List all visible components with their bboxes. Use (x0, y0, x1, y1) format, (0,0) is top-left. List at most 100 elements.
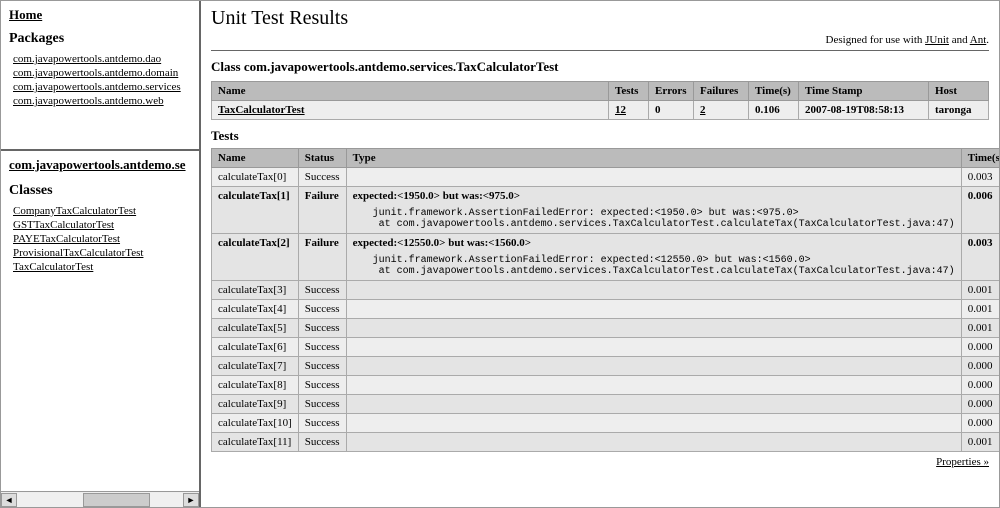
tcol-time: Time(s) (961, 149, 999, 168)
scroll-track[interactable] (17, 493, 183, 507)
test-row: calculateTax[6]Success0.000 (212, 338, 1000, 357)
test-name: calculateTax[1] (212, 187, 299, 234)
class-heading: Class com.javapowertools.antdemo.service… (211, 59, 989, 75)
summary-failures-link[interactable]: 2 (700, 104, 706, 116)
page-title: Unit Test Results (211, 7, 989, 30)
test-status: Failure (298, 234, 346, 281)
test-type (346, 168, 961, 187)
tests-table: Name Status Type Time(s) calculateTax[0]… (211, 148, 999, 452)
col-name: Name (212, 82, 609, 101)
tcol-name: Name (212, 149, 299, 168)
test-status: Failure (298, 187, 346, 234)
scroll-left-arrow[interactable]: ◄ (1, 493, 17, 507)
test-type: expected:<1950.0> but was:<975.0>junit.f… (346, 187, 961, 234)
test-status: Success (298, 357, 346, 376)
scroll-right-arrow[interactable]: ► (183, 493, 199, 507)
summary-host: taronga (929, 101, 989, 120)
tests-heading: Tests (211, 128, 989, 144)
test-name: calculateTax[10] (212, 414, 299, 433)
col-failures: Failures (694, 82, 749, 101)
horizontal-scrollbar[interactable]: ◄ ► (1, 491, 199, 507)
col-errors: Errors (649, 82, 694, 101)
class-link[interactable]: PAYETaxCalculatorTest (13, 233, 191, 245)
test-status: Success (298, 395, 346, 414)
test-time: 0.000 (961, 338, 999, 357)
class-link[interactable]: TaxCalculatorTest (13, 261, 191, 273)
properties-link-wrap: Properties » (211, 456, 989, 468)
test-type (346, 319, 961, 338)
test-status: Success (298, 433, 346, 452)
ant-link[interactable]: Ant (970, 34, 987, 46)
summary-row: TaxCalculatorTest 12 0 2 0.106 2007-08-1… (212, 101, 989, 120)
class-link[interactable]: CompanyTaxCalculatorTest (13, 205, 191, 217)
test-name: calculateTax[9] (212, 395, 299, 414)
scroll-thumb[interactable] (83, 493, 149, 507)
test-time: 0.000 (961, 357, 999, 376)
test-row: calculateTax[9]Success0.000 (212, 395, 1000, 414)
test-name: calculateTax[3] (212, 281, 299, 300)
test-name: calculateTax[7] (212, 357, 299, 376)
test-type (346, 300, 961, 319)
designed-prefix: Designed for use with (826, 34, 926, 46)
test-time: 0.001 (961, 281, 999, 300)
home-link[interactable]: Home (9, 7, 42, 22)
package-link[interactable]: com.javapowertools.antdemo.services (13, 81, 191, 93)
current-package-link[interactable]: com.javapowertools.antdemo.se (9, 157, 186, 172)
left-pane: Home Packages com.javapowertools.antdemo… (1, 1, 201, 507)
test-type (346, 395, 961, 414)
summary-timestamp: 2007-08-19T08:58:13 (799, 101, 929, 120)
test-row: calculateTax[8]Success 0.000 (212, 376, 1000, 395)
test-row: calculateTax[11]Success0.001 (212, 433, 1000, 452)
test-time: 0.001 (961, 300, 999, 319)
dot-text: . (986, 34, 989, 46)
packages-frame: Home Packages com.javapowertools.antdemo… (1, 1, 199, 151)
test-name: calculateTax[8] (212, 376, 299, 395)
test-type (346, 357, 961, 376)
test-status: Success (298, 376, 346, 395)
package-link[interactable]: com.javapowertools.antdemo.dao (13, 53, 191, 65)
classes-heading: Classes (9, 183, 191, 199)
test-row: calculateTax[5]Success 0.001 (212, 319, 1000, 338)
summary-errors: 0 (649, 101, 694, 120)
and-text: and (949, 34, 970, 46)
test-row: calculateTax[1]Failureexpected:<1950.0> … (212, 187, 1000, 234)
junit-link[interactable]: JUnit (925, 34, 949, 46)
test-name: calculateTax[11] (212, 433, 299, 452)
test-row: calculateTax[2]Failureexpected:<12550.0>… (212, 234, 1000, 281)
test-name: calculateTax[2] (212, 234, 299, 281)
class-link[interactable]: ProvisionalTaxCalculatorTest (13, 247, 191, 259)
test-time: 0.001 (961, 319, 999, 338)
tcol-type: Type (346, 149, 961, 168)
test-time: 0.003 (961, 234, 999, 281)
test-time: 0.006 (961, 187, 999, 234)
summary-name-link[interactable]: TaxCalculatorTest (218, 104, 305, 116)
properties-link[interactable]: Properties » (936, 456, 989, 468)
packages-heading: Packages (9, 31, 191, 47)
package-link[interactable]: com.javapowertools.antdemo.web (13, 95, 191, 107)
test-type (346, 281, 961, 300)
test-row: calculateTax[7]Success 0.000 (212, 357, 1000, 376)
classes-list: CompanyTaxCalculatorTest GSTTaxCalculator… (9, 205, 191, 273)
test-row: calculateTax[4]Success 0.001 (212, 300, 1000, 319)
main-frame: Unit Test Results Designed for use with … (201, 1, 999, 507)
summary-table: Name Tests Errors Failures Time(s) Time … (211, 81, 989, 120)
test-name: calculateTax[6] (212, 338, 299, 357)
package-link[interactable]: com.javapowertools.antdemo.domain (13, 67, 191, 79)
designed-for: Designed for use with JUnit and Ant. (211, 34, 989, 46)
test-name: calculateTax[0] (212, 168, 299, 187)
summary-time: 0.106 (749, 101, 799, 120)
test-name: calculateTax[5] (212, 319, 299, 338)
summary-tests-link[interactable]: 12 (615, 104, 626, 116)
test-row: calculateTax[3]Success0.001 (212, 281, 1000, 300)
test-name: calculateTax[4] (212, 300, 299, 319)
test-row: calculateTax[0]Success0.003 (212, 168, 1000, 187)
test-status: Success (298, 319, 346, 338)
col-time: Time(s) (749, 82, 799, 101)
test-type (346, 338, 961, 357)
test-row: calculateTax[10]Success0.000 (212, 414, 1000, 433)
class-link[interactable]: GSTTaxCalculatorTest (13, 219, 191, 231)
test-type (346, 414, 961, 433)
test-status: Success (298, 300, 346, 319)
col-tests: Tests (609, 82, 649, 101)
test-time: 0.000 (961, 376, 999, 395)
